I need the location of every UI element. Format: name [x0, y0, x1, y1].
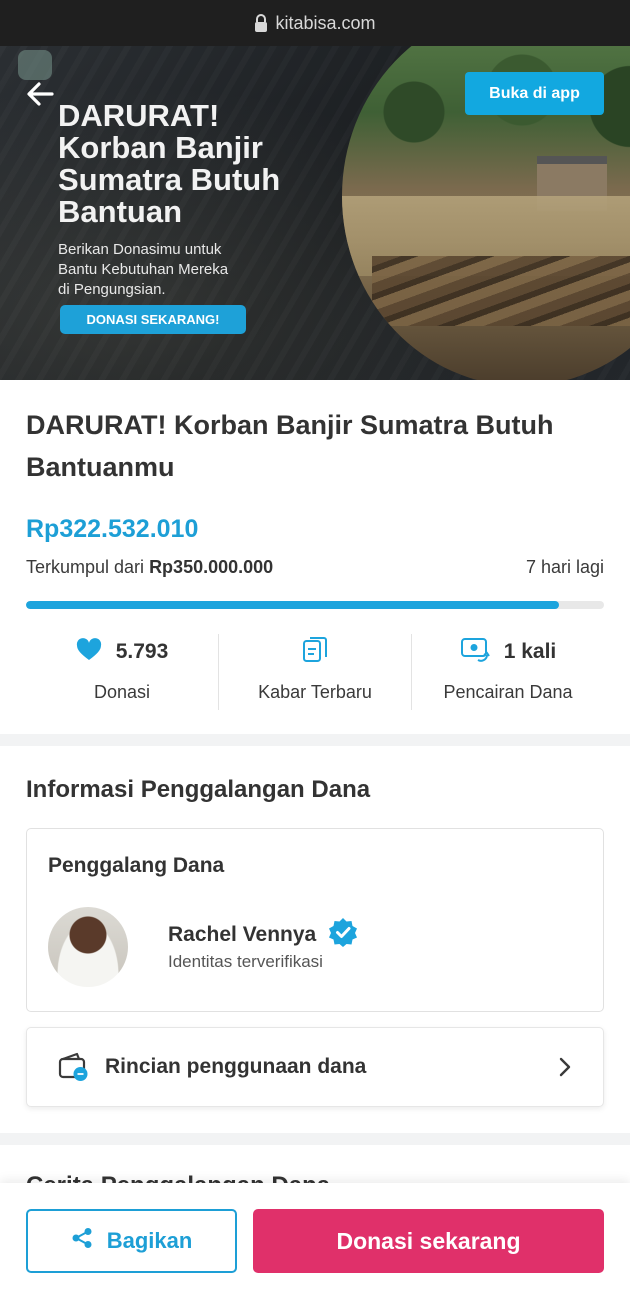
- share-button[interactable]: Bagikan: [26, 1209, 237, 1273]
- url-text: kitabisa.com: [275, 12, 376, 33]
- banner-subtext-line: Bantu Kebutuhan Mereka: [58, 261, 229, 278]
- back-arrow-icon[interactable]: [22, 76, 62, 112]
- share-button-label: Bagikan: [106, 1228, 193, 1253]
- verified-badge-icon: [328, 917, 358, 952]
- progress-fill: [26, 601, 559, 609]
- target-text: Terkumpul dari Rp350.000.000: [26, 557, 273, 578]
- target-prefix: Terkumpul dari: [26, 557, 145, 577]
- chevron-right-icon: [557, 1056, 573, 1078]
- fund-usage-link[interactable]: Rincian penggunaan dana: [26, 1027, 604, 1107]
- stat-disbursement[interactable]: 1 kali Pencairan Dana: [411, 634, 604, 710]
- news-icon: [302, 636, 328, 669]
- campaign-title: DARURAT! Korban Banjir Sumatra Butuh Ban…: [26, 410, 554, 482]
- collected-amount: Rp322.532.010: [26, 515, 199, 543]
- open-in-app-button[interactable]: Buka di app: [465, 72, 604, 115]
- lock-icon: [254, 14, 268, 32]
- fundraiser-name: Rachel Vennya: [168, 922, 317, 946]
- donate-button[interactable]: Donasi sekarang: [253, 1209, 604, 1273]
- banner-subtext: Berikan Donasimu untuk Bantu Kebutuhan M…: [58, 240, 288, 300]
- stat-news[interactable]: Kabar Terbaru: [218, 634, 411, 710]
- target-amount: Rp350.000.000: [149, 557, 274, 577]
- banner-headline-line: Korban Banjir: [58, 130, 263, 165]
- fund-usage-label: Rincian penggunaan dana: [105, 1055, 367, 1078]
- fundraiser-card-title: Penggalang Dana: [48, 854, 225, 877]
- banner-headline-line: Bantuan: [58, 194, 182, 229]
- campaign-banner: Buka di app DARURAT! Korban Banjir Sumat…: [0, 46, 630, 380]
- share-icon: [71, 1227, 93, 1255]
- browser-url-bar[interactable]: kitabisa.com: [0, 0, 630, 46]
- stat-label: Pencairan Dana: [443, 682, 573, 702]
- stat-donations[interactable]: 5.793 Donasi: [26, 634, 218, 710]
- target-row: Terkumpul dari Rp350.000.000 7 hari lagi: [26, 557, 604, 578]
- avatar: [48, 907, 128, 987]
- section-divider: [0, 1133, 630, 1145]
- disbursement-icon: [460, 636, 490, 669]
- days-left: 7 hari lagi: [525, 557, 604, 577]
- verification-status: Identitas terverifikasi: [168, 952, 323, 971]
- banner-headline-line: Sumatra Butuh: [58, 162, 281, 197]
- banner-subtext-line: di Pengungsian.: [58, 281, 166, 298]
- stat-label: Donasi: [93, 682, 151, 702]
- section-divider: [0, 734, 630, 746]
- stats-row: 5.793 Donasi Kabar Terbaru 1 kali Pencai…: [26, 634, 604, 710]
- fundraiser-card[interactable]: Penggalang Dana Rachel Vennya Identitas …: [26, 828, 604, 1012]
- banner-subtext-line: Berikan Donasimu untuk: [58, 241, 222, 258]
- stat-label: Kabar Terbaru: [258, 682, 372, 702]
- fundraiser-section-title: Informasi Penggalangan Dana: [26, 776, 371, 803]
- banner-headline: DARURAT! Korban Banjir Sumatra Butuh Ban…: [58, 100, 348, 228]
- progress-bar: [26, 601, 604, 609]
- banner-cta-graphic: DONASI SEKARANG!: [60, 305, 246, 334]
- heart-icon: [76, 637, 102, 667]
- bottom-action-bar: Bagikan Donasi sekarang: [0, 1183, 630, 1294]
- photo-logs: [372, 256, 630, 326]
- fundraiser-name-row: Rachel Vennya: [168, 917, 358, 952]
- banner-headline-line: DARURAT!: [58, 98, 220, 133]
- donation-count: 5.793: [115, 640, 169, 663]
- wallet-icon: [57, 1050, 91, 1084]
- disbursement-count: 1 kali: [503, 640, 557, 663]
